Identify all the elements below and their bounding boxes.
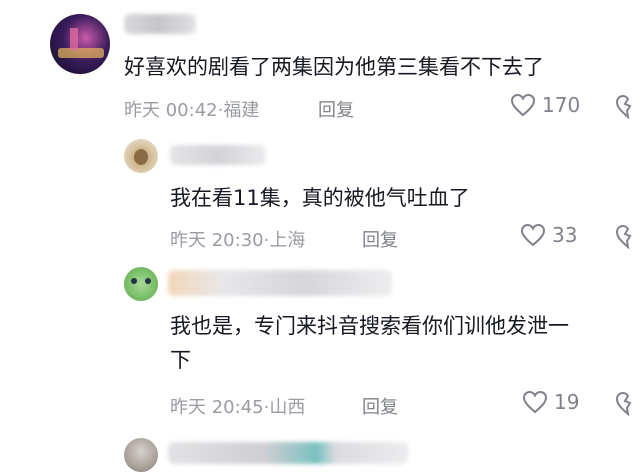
like-button[interactable]: 170 bbox=[510, 93, 580, 117]
comment-text-line: 下 bbox=[170, 348, 191, 372]
username-blurred[interactable] bbox=[168, 442, 408, 464]
username-blurred[interactable] bbox=[168, 270, 392, 296]
reply-button[interactable]: 回复 bbox=[318, 96, 354, 122]
comment-location: 上海 bbox=[269, 230, 306, 251]
dislike-button[interactable] bbox=[614, 93, 641, 119]
comment-time: 昨天 20:30 bbox=[170, 230, 264, 251]
like-count: 170 bbox=[542, 93, 581, 117]
avatar[interactable] bbox=[124, 438, 158, 472]
comment-time: 昨天 20:45 bbox=[170, 397, 264, 418]
comment-location: 山西 bbox=[269, 397, 306, 418]
avatar[interactable] bbox=[50, 14, 110, 74]
avatar[interactable] bbox=[124, 267, 158, 301]
heart-icon bbox=[520, 223, 546, 247]
comment-text-line: 我也是，专门来抖音搜索看你们训他发泄一 bbox=[170, 314, 569, 338]
like-count: 19 bbox=[554, 390, 580, 414]
like-button[interactable]: 33 bbox=[520, 223, 577, 247]
comment-text: 我也是，专门来抖音搜索看你们训他发泄一 下 bbox=[170, 309, 640, 377]
comment-meta: 昨天 00:42·福建 bbox=[124, 100, 260, 121]
like-count: 33 bbox=[552, 223, 578, 247]
dislike-icon bbox=[614, 93, 641, 119]
dislike-button[interactable] bbox=[614, 223, 641, 249]
username-blurred[interactable] bbox=[124, 14, 196, 34]
dislike-icon bbox=[614, 223, 641, 249]
avatar[interactable] bbox=[124, 139, 158, 173]
comment-location: 福建 bbox=[223, 100, 260, 121]
comment-text: 好喜欢的剧看了两集因为他第三集看不下去了 bbox=[124, 55, 544, 79]
heart-icon bbox=[522, 390, 548, 414]
username-blurred[interactable] bbox=[170, 145, 266, 165]
reply-button[interactable]: 回复 bbox=[362, 226, 398, 252]
like-button[interactable]: 19 bbox=[522, 390, 579, 414]
comment-time: 昨天 00:42 bbox=[124, 100, 218, 121]
comment-text: 我在看11集，真的被他气吐血了 bbox=[170, 186, 470, 210]
comment-meta: 昨天 20:45·山西 bbox=[170, 397, 306, 418]
reply-button[interactable]: 回复 bbox=[362, 393, 398, 419]
comment-meta: 昨天 20:30·上海 bbox=[170, 230, 306, 251]
dislike-button[interactable] bbox=[614, 390, 641, 416]
dislike-icon bbox=[614, 390, 641, 416]
heart-icon bbox=[510, 93, 536, 117]
